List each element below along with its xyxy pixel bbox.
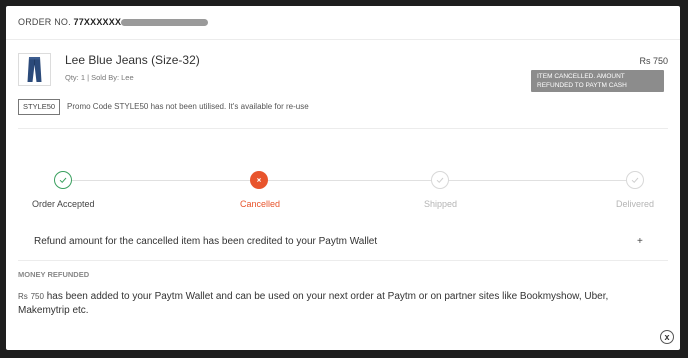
order-number-value: 77XXXXXX [73, 17, 122, 27]
divider [18, 260, 668, 261]
price-value: 750 [652, 56, 668, 66]
refund-status-row[interactable]: Refund amount for the cancelled item has… [34, 236, 377, 247]
refund-message: Rs 750 has been added to your Paytm Wall… [18, 290, 658, 318]
expand-plus-icon[interactable]: + [637, 236, 643, 247]
order-card: ORDER NO. 77XXXXXX Lee Blue Jeans (Size-… [6, 6, 680, 350]
promo-code-tag: STYLE50 [18, 99, 61, 115]
order-header: ORDER NO. 77XXXXXX [6, 6, 680, 40]
step-label-order-accepted: Order Accepted [32, 199, 95, 209]
jeans-thumbnail-icon[interactable] [18, 53, 51, 86]
promo-note: Promo Code STYLE50 has not been utilised… [67, 102, 309, 111]
step-delivered-check-icon [626, 171, 644, 189]
divider [18, 128, 668, 129]
product-name[interactable]: Lee Blue Jeans (Size-32) [65, 53, 200, 67]
money-refunded-heading: MONEY REFUNDED [18, 270, 90, 279]
status-badge: ITEM CANCELLED. AMOUNT REFUNDED TO PAYTM… [531, 70, 664, 92]
price-currency: Rs [639, 56, 651, 66]
close-icon[interactable]: x [660, 330, 674, 344]
order-number: ORDER NO. 77XXXXXX [18, 17, 121, 27]
step-label-cancelled: Cancelled [240, 199, 281, 209]
step-cancelled-cross-icon [250, 171, 268, 189]
redacted-order-detail [121, 19, 208, 26]
progress-track-line [63, 180, 635, 181]
step-label-delivered: Delivered [616, 199, 655, 209]
refund-amount: 750 [30, 292, 44, 301]
step-shipped-check-icon [431, 171, 449, 189]
step-accepted-check-icon [54, 171, 72, 189]
item-price: Rs 750 [639, 56, 668, 66]
order-number-label: ORDER NO. [18, 17, 71, 27]
product-meta: Qty: 1 | Sold By: Lee [65, 73, 134, 82]
refund-message-text: has been added to your Paytm Wallet and … [18, 291, 609, 316]
refund-currency: Rs [18, 292, 28, 301]
step-label-shipped: Shipped [424, 199, 458, 209]
